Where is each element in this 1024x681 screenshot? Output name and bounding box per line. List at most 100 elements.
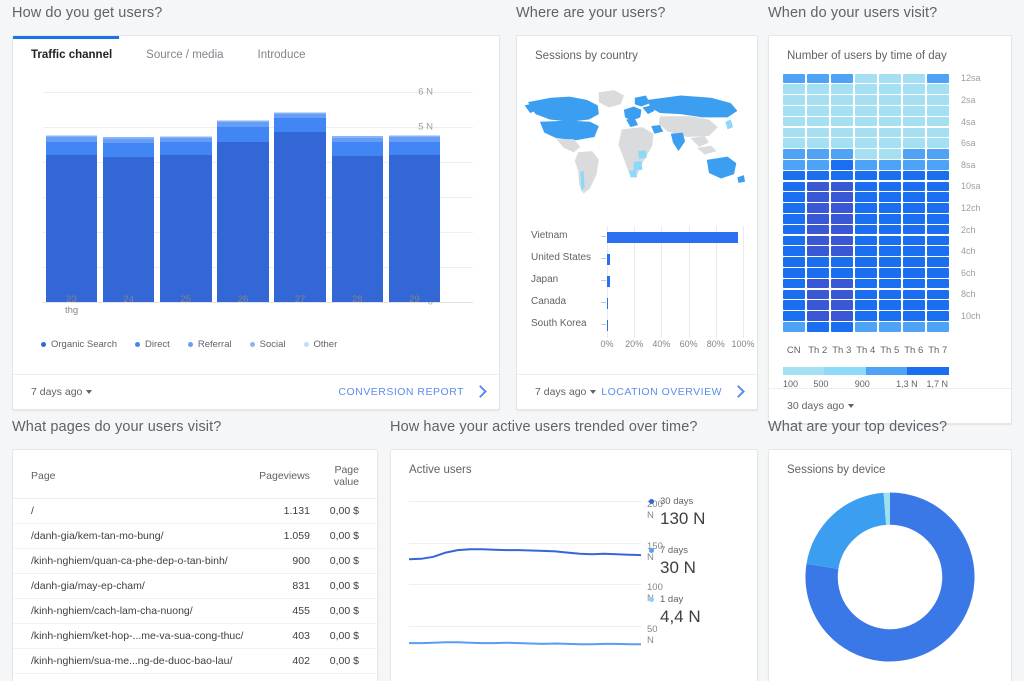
heatmap-cell[interactable] <box>831 116 853 127</box>
heatmap-cell[interactable] <box>879 73 901 84</box>
heatmap-cell[interactable] <box>783 73 805 84</box>
heatmap-cell[interactable] <box>783 105 805 116</box>
heatmap-cell[interactable] <box>903 73 925 84</box>
heatmap-cell[interactable] <box>903 289 925 300</box>
heatmap-cell[interactable] <box>903 138 925 148</box>
heatmap-cell[interactable] <box>783 235 805 246</box>
heatmap-cell[interactable] <box>855 267 877 278</box>
heatmap-cell[interactable] <box>927 289 949 300</box>
heatmap-cell[interactable] <box>927 278 949 289</box>
heatmap-cell[interactable] <box>903 105 925 116</box>
legend-metric[interactable]: 30 days 130 N <box>649 496 745 529</box>
heatmap-cell[interactable] <box>927 105 949 116</box>
heatmap-cell[interactable] <box>783 181 805 192</box>
heatmap-cell[interactable] <box>807 127 829 138</box>
heatmap-cell[interactable] <box>783 127 805 138</box>
heatmap-cell[interactable] <box>807 138 829 148</box>
bar-column[interactable] <box>103 136 155 302</box>
legend-item[interactable]: Social <box>249 339 286 350</box>
heatmap-cell[interactable] <box>879 278 901 289</box>
heatmap-cell[interactable] <box>855 84 877 94</box>
heatmap-cell[interactable] <box>927 267 949 278</box>
heatmap-cell[interactable] <box>783 95 805 105</box>
heatmap-cell[interactable] <box>855 311 877 321</box>
heatmap-cell[interactable] <box>855 203 877 213</box>
heatmap-cell[interactable] <box>903 159 925 170</box>
heatmap-cell[interactable] <box>831 203 853 213</box>
heatmap-cell[interactable] <box>927 300 949 310</box>
heatmap-cell[interactable] <box>831 95 853 105</box>
heatmap-cell[interactable] <box>903 300 925 310</box>
heatmap-cell[interactable] <box>855 73 877 84</box>
heatmap-cell[interactable] <box>807 289 829 300</box>
country-row[interactable]: United States <box>517 250 757 268</box>
geo-date-range-selector[interactable]: 7 days ago <box>535 386 597 398</box>
bar-column[interactable] <box>45 134 98 302</box>
heatmap-cell[interactable] <box>807 235 829 246</box>
heatmap-cell[interactable] <box>879 181 901 192</box>
tab-introduce[interactable]: Introduce <box>258 49 306 61</box>
table-row[interactable]: /danh-gia/kem-tan-mo-bung/1.059 0,00 $ <box>13 523 377 549</box>
heatmap-cell[interactable] <box>807 224 829 235</box>
time-date-range-selector[interactable]: 30 days ago <box>787 400 855 412</box>
heatmap-cell[interactable] <box>831 267 853 278</box>
heatmap-cell[interactable] <box>807 203 829 213</box>
column-header-page[interactable]: Page <box>13 449 244 499</box>
heatmap-cell[interactable] <box>783 192 805 202</box>
heatmap-cell[interactable] <box>903 311 925 321</box>
heatmap-cell[interactable] <box>807 181 829 192</box>
heatmap-cell[interactable] <box>927 235 949 246</box>
heatmap-cell[interactable] <box>903 278 925 289</box>
heatmap-cell[interactable] <box>783 311 805 321</box>
heatmap-cell[interactable] <box>807 73 829 84</box>
heatmap-cell[interactable] <box>879 257 901 267</box>
heatmap-cell[interactable] <box>783 278 805 289</box>
heatmap-cell[interactable] <box>783 257 805 267</box>
legend-metric[interactable]: 1 day 4,4 N <box>649 594 745 627</box>
heatmap-cell[interactable] <box>927 246 949 256</box>
heatmap-cell[interactable] <box>783 213 805 224</box>
heatmap-cell[interactable] <box>807 311 829 321</box>
bar-column[interactable] <box>160 136 212 302</box>
table-row[interactable]: /kinh-nghiem/quan-ca-phe-dep-o-tan-binh/… <box>13 548 377 574</box>
heatmap-cell[interactable] <box>783 267 805 278</box>
heatmap-cell[interactable] <box>879 127 901 138</box>
heatmap-cell[interactable] <box>831 289 853 300</box>
heatmap-cell[interactable] <box>783 149 805 159</box>
bar-column[interactable] <box>331 135 383 302</box>
heatmap-cell[interactable] <box>783 116 805 127</box>
heatmap-cell[interactable] <box>831 311 853 321</box>
heatmap-cell[interactable] <box>903 181 925 192</box>
bar-column[interactable] <box>217 119 269 302</box>
heatmap-cell[interactable] <box>831 192 853 202</box>
tab-traffic-channel[interactable]: Traffic channel <box>31 49 112 61</box>
heatmap-cell[interactable] <box>807 192 829 202</box>
heatmap-cell[interactable] <box>879 235 901 246</box>
heatmap-cell[interactable] <box>783 84 805 94</box>
heatmap-cell[interactable] <box>903 192 925 202</box>
heatmap-cell[interactable] <box>807 105 829 116</box>
traffic-date-range-selector[interactable]: 7 days ago <box>31 386 93 398</box>
heatmap-cell[interactable] <box>903 203 925 213</box>
heatmap-cell[interactable] <box>783 246 805 256</box>
heatmap-cell[interactable] <box>879 116 901 127</box>
heatmap-cell[interactable] <box>855 159 877 170</box>
heatmap-cell[interactable] <box>807 159 829 170</box>
heatmap-cell[interactable] <box>927 257 949 267</box>
heatmap-cell[interactable] <box>903 84 925 94</box>
heatmap-cell[interactable] <box>879 267 901 278</box>
heatmap-cell[interactable] <box>831 127 853 138</box>
location-overview-link[interactable]: LOCATION OVERVIEW <box>601 385 745 398</box>
heatmap-cell[interactable] <box>807 246 829 256</box>
heatmap-cell[interactable] <box>855 105 877 116</box>
heatmap-cell[interactable] <box>807 84 829 94</box>
heatmap-cell[interactable] <box>831 257 853 267</box>
heatmap-cell[interactable] <box>903 213 925 224</box>
donut-slice[interactable] <box>806 492 887 570</box>
legend-metric[interactable]: 7 days 30 N <box>649 545 745 578</box>
heatmap-cell[interactable] <box>879 105 901 116</box>
heatmap-cell[interactable] <box>903 149 925 159</box>
heatmap-cell[interactable] <box>879 138 901 148</box>
heatmap-cell[interactable] <box>831 235 853 246</box>
heatmap-cell[interactable] <box>831 138 853 148</box>
